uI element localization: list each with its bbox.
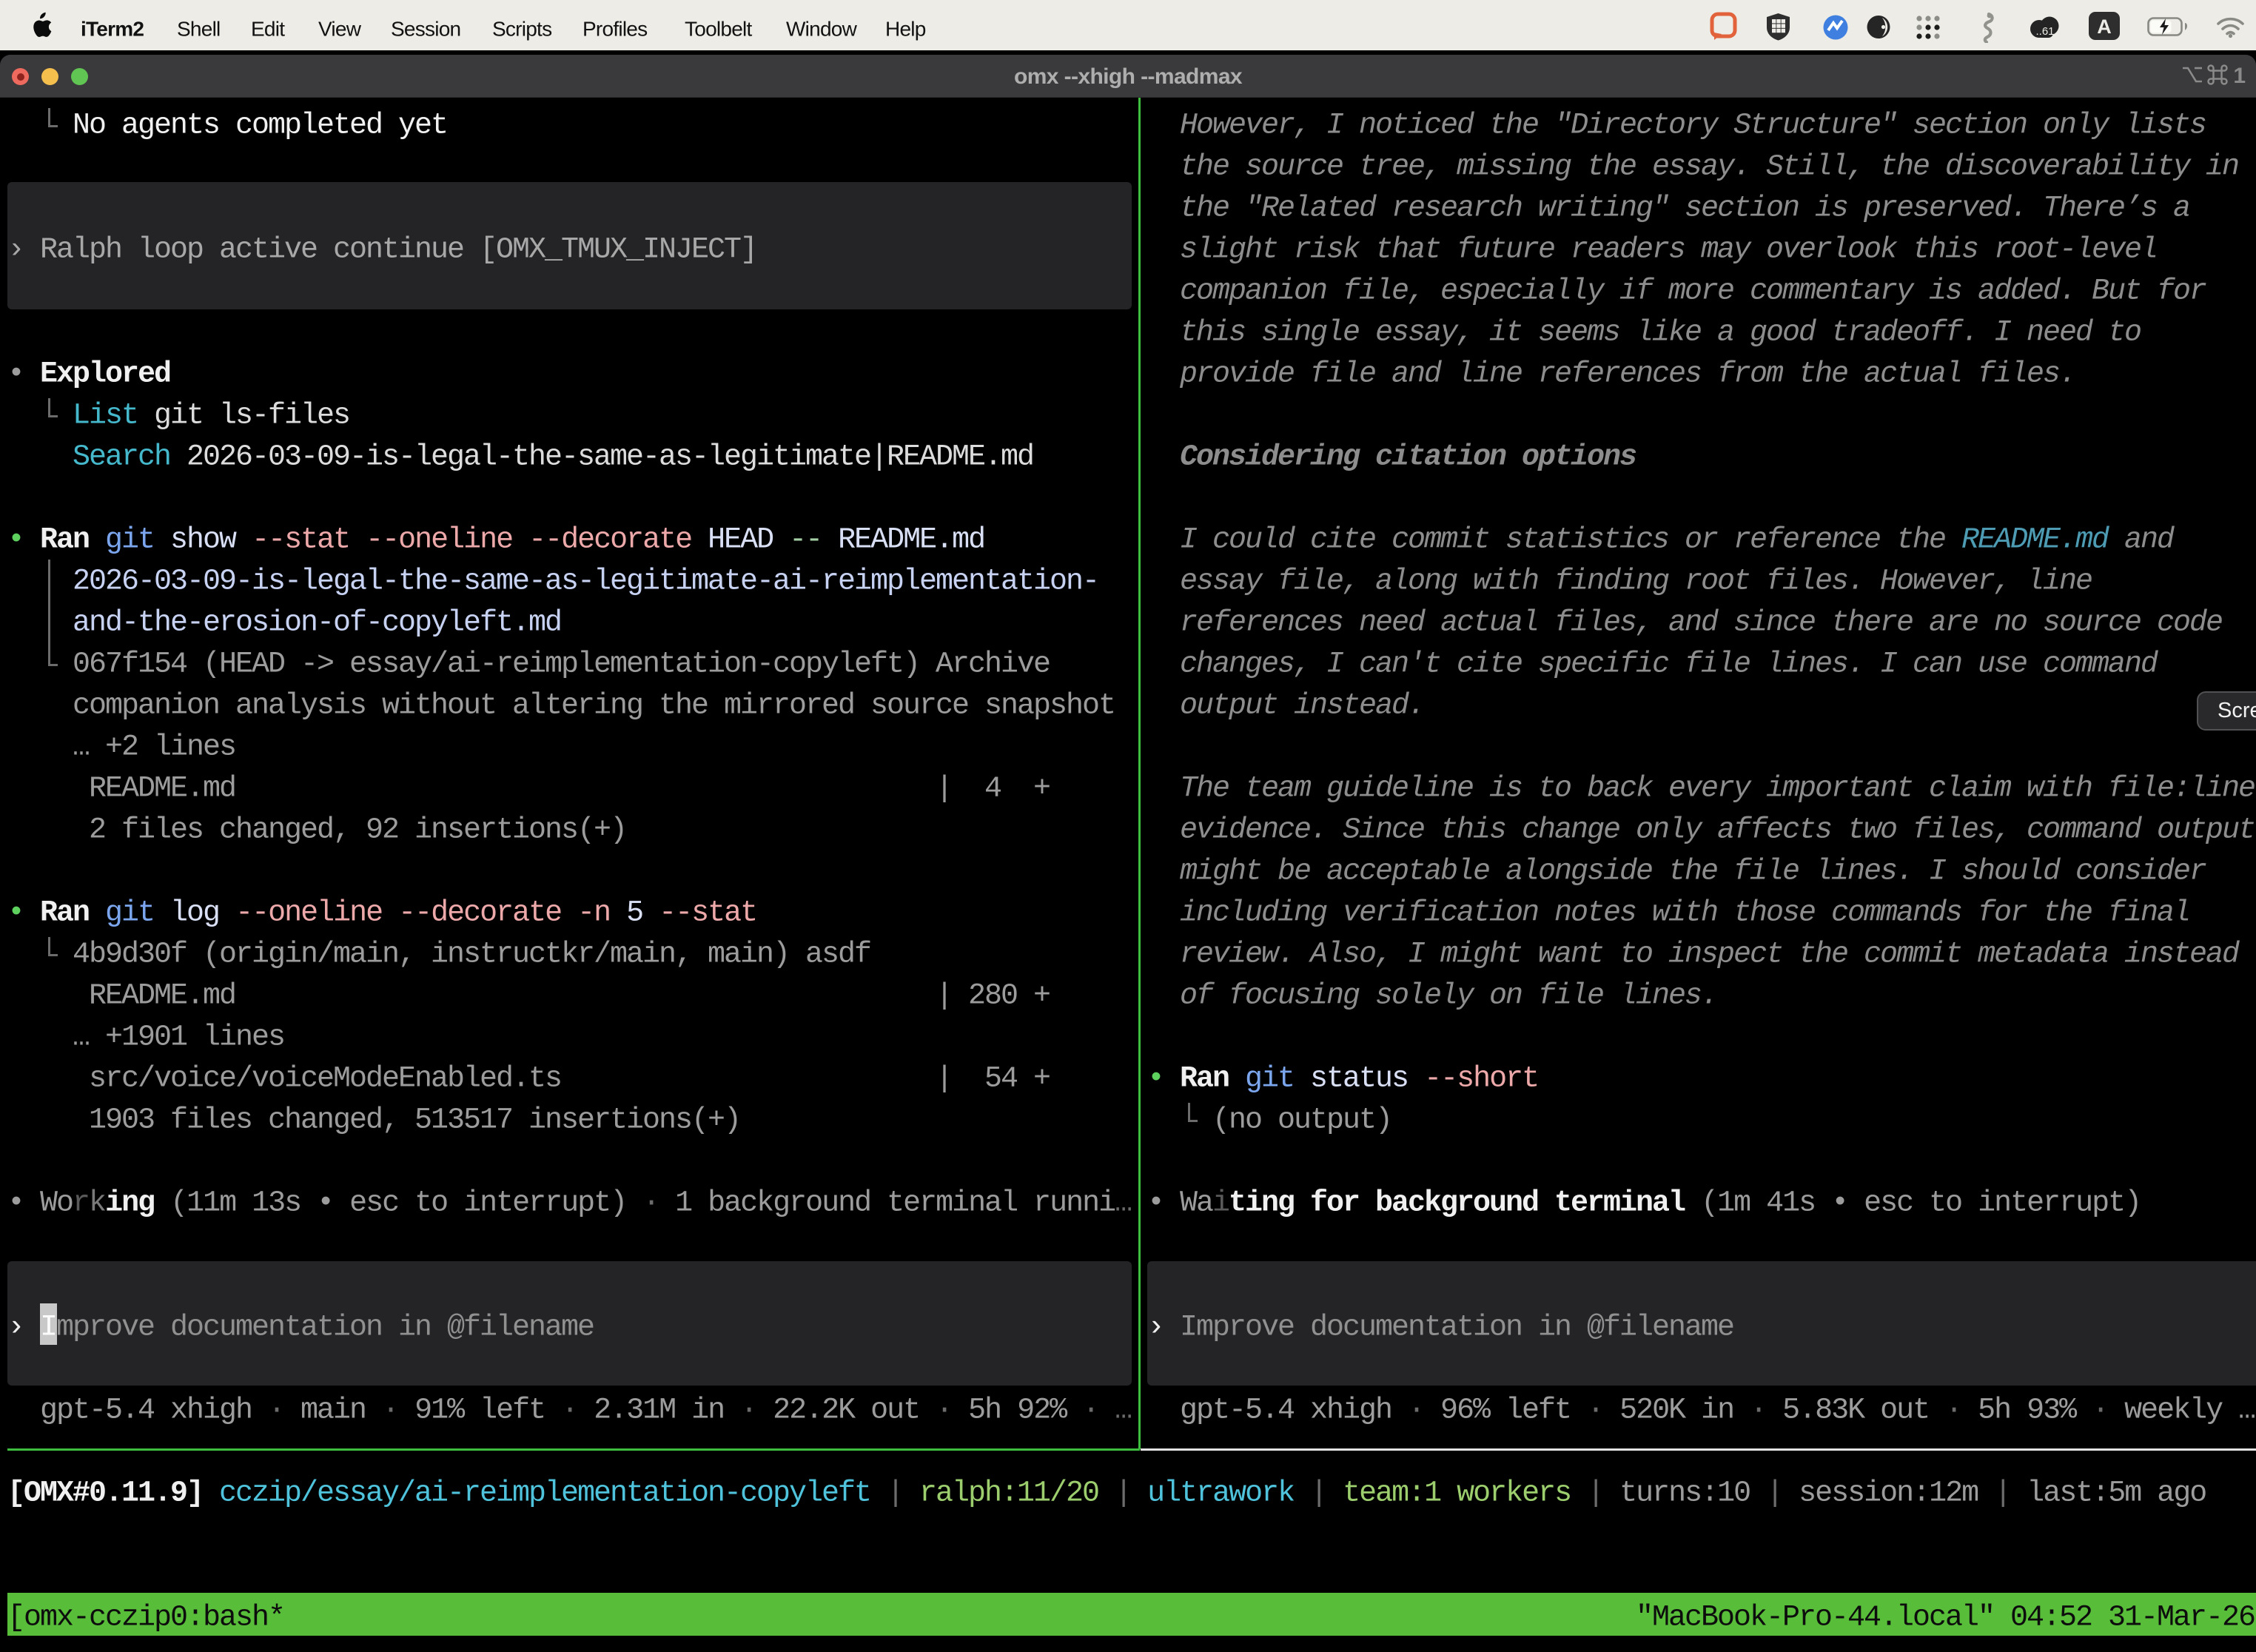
svg-text:..61: ..61 [2035, 25, 2054, 38]
svg-text:A: A [2097, 16, 2112, 38]
